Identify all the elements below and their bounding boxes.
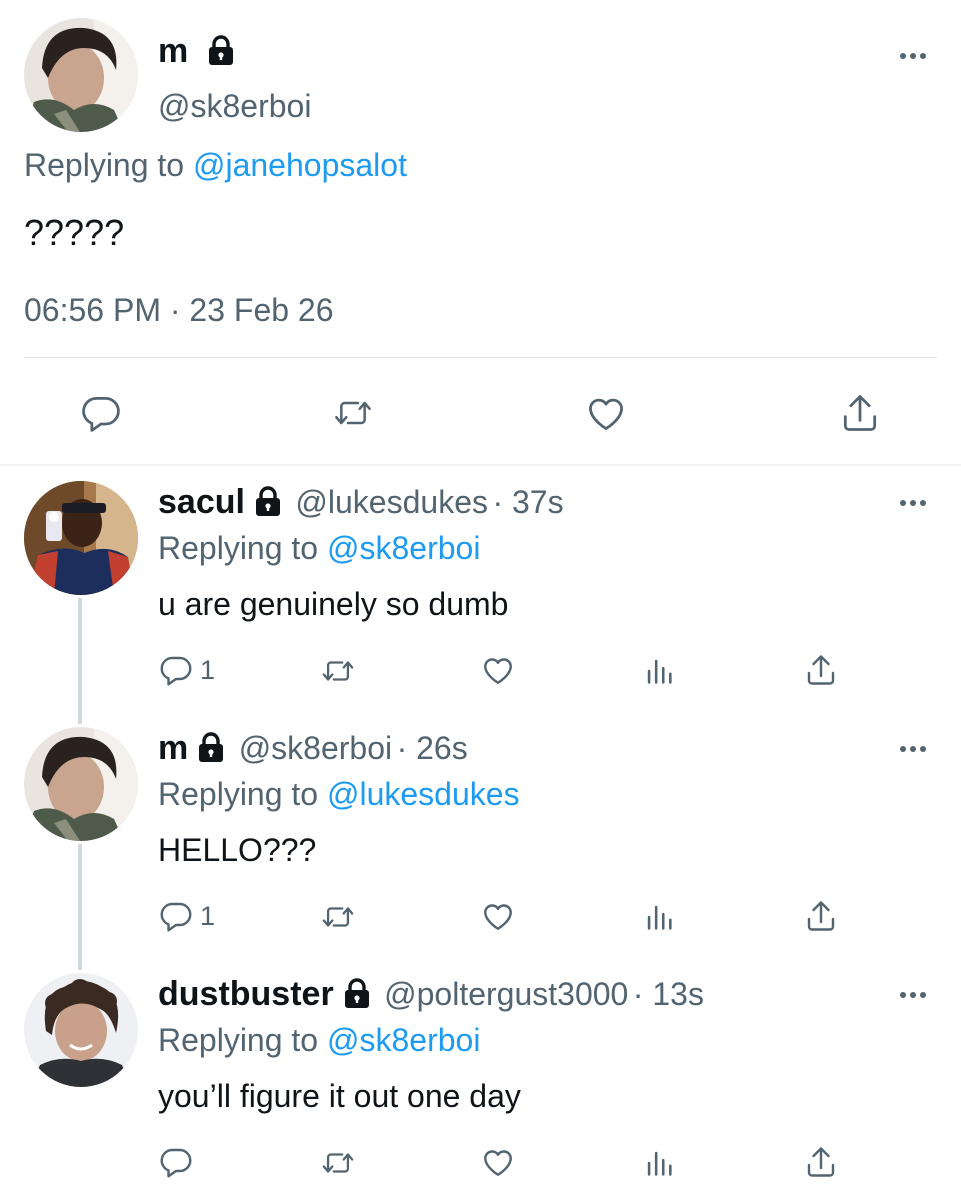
lock-icon: [208, 35, 233, 65]
heart-icon: [484, 904, 512, 930]
reply-header: sacul @lukesdukes · 37s: [158, 483, 564, 522]
more-icon[interactable]: [897, 497, 929, 509]
heart-icon: [484, 658, 512, 684]
retweet-icon: [322, 907, 354, 927]
retweet-icon: [322, 661, 354, 681]
reply-icon: [82, 396, 120, 432]
reply-icon: [160, 656, 192, 686]
reply-button[interactable]: [79, 391, 123, 435]
share-button[interactable]: [838, 391, 882, 435]
share-button[interactable]: [803, 1144, 839, 1180]
avatar[interactable]: [24, 18, 138, 132]
like-button[interactable]: [480, 1144, 516, 1180]
heart-icon: [589, 398, 623, 430]
share-button[interactable]: [803, 652, 839, 688]
tweet-text: ?????: [24, 212, 125, 253]
lock-icon: [344, 978, 369, 1008]
retweet-button[interactable]: [319, 900, 357, 934]
author-name[interactable]: dustbuster: [158, 975, 334, 1013]
tweet-time[interactable]: · 37s: [492, 484, 563, 520]
reply-count: 1: [200, 654, 216, 685]
lock-icon: [199, 732, 224, 762]
replying-to: Replying to @lukesdukes: [158, 776, 520, 812]
retweet-icon: [335, 401, 371, 425]
reply-button[interactable]: [158, 1144, 200, 1180]
share-icon: [843, 395, 877, 431]
tweet-timestamp[interactable]: 06:56 PM · 23 Feb 26: [24, 292, 334, 329]
tweet-time[interactable]: · 13s: [633, 976, 704, 1012]
analytics-icon: [647, 659, 672, 684]
author-handle[interactable]: @lukesdukes: [295, 484, 488, 520]
author-name[interactable]: m: [158, 729, 188, 767]
tweet-text: HELLO???: [158, 832, 317, 868]
section-divider: [0, 464, 961, 466]
author-name[interactable]: sacul: [158, 483, 245, 521]
analytics-icon: [647, 1151, 672, 1176]
thread-line: [78, 844, 82, 970]
share-button[interactable]: [803, 898, 839, 934]
like-button[interactable]: [480, 652, 516, 688]
reply-header: dustbuster @poltergust3000 · 13s: [158, 975, 704, 1014]
reply-header: m @sk8erboi · 26s: [158, 729, 468, 768]
heart-icon: [484, 1150, 512, 1176]
reply-icon: [160, 1148, 192, 1178]
author-handle[interactable]: @sk8erboi: [158, 88, 311, 125]
more-icon[interactable]: [897, 989, 929, 1001]
replying-to: Replying to @sk8erboi: [158, 530, 481, 566]
lock-icon: [255, 486, 280, 516]
more-icon[interactable]: [897, 50, 929, 62]
author-name[interactable]: m: [158, 32, 236, 71]
analytics-icon: [647, 905, 672, 930]
tweet-text: you’ll figure it out one day: [158, 1078, 521, 1114]
reply-button[interactable]: 1: [158, 652, 215, 688]
like-button[interactable]: [584, 391, 628, 435]
like-button[interactable]: [480, 898, 516, 934]
thread-line: [78, 598, 82, 724]
analytics-button[interactable]: [642, 900, 676, 934]
analytics-button[interactable]: [642, 1146, 676, 1180]
replying-to-link[interactable]: @janehopsalot: [193, 147, 407, 183]
more-icon[interactable]: [897, 743, 929, 755]
reply-icon: [160, 902, 192, 932]
tweet-text: u are genuinely so dumb: [158, 586, 509, 622]
retweet-button[interactable]: [319, 1146, 357, 1180]
replying-to-link[interactable]: @sk8erboi: [327, 1022, 480, 1058]
retweet-button[interactable]: [331, 393, 375, 433]
replying-to-link[interactable]: @sk8erboi: [327, 530, 480, 566]
share-icon: [807, 655, 835, 685]
avatar[interactable]: [24, 481, 138, 595]
reply-button[interactable]: 1: [158, 898, 215, 934]
avatar[interactable]: [24, 727, 138, 841]
author-handle[interactable]: @sk8erboi: [239, 730, 392, 766]
divider: [24, 357, 937, 358]
author-handle[interactable]: @poltergust3000: [384, 976, 628, 1012]
replying-to: Replying to @sk8erboi: [158, 1022, 481, 1058]
retweet-button[interactable]: [319, 654, 357, 688]
retweet-icon: [322, 1153, 354, 1173]
analytics-button[interactable]: [642, 654, 676, 688]
replying-to: Replying to @janehopsalot: [24, 147, 407, 183]
share-icon: [807, 1147, 835, 1177]
share-icon: [807, 901, 835, 931]
tweet-time[interactable]: · 26s: [397, 730, 468, 766]
reply-count: 1: [200, 900, 216, 931]
replying-to-link[interactable]: @lukesdukes: [327, 776, 520, 812]
avatar[interactable]: [24, 973, 138, 1087]
